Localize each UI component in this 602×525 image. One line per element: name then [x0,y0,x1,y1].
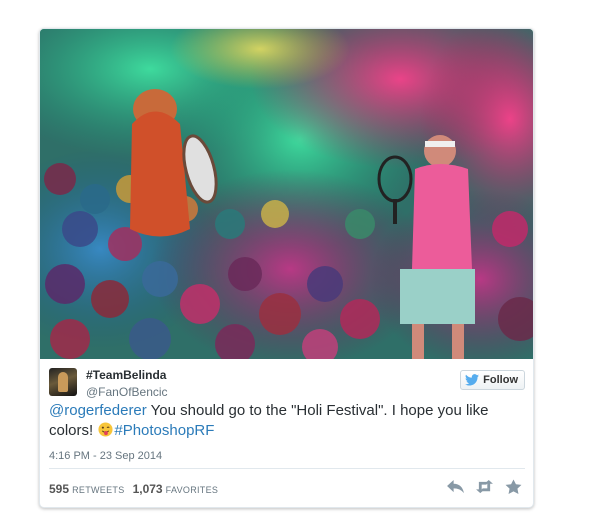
retweets-label[interactable]: RETWEETS [72,485,124,495]
holi-festival-photo[interactable] [40,29,533,359]
display-name[interactable]: #TeamBelinda [86,368,166,382]
tweet-actions [446,479,523,494]
screen-name[interactable]: @FanOfBencic [86,385,168,399]
favorites-count[interactable]: 1,073 [133,482,163,496]
tweet-stats: 595 RETWEETS 1,073 FAVORITES [49,482,223,496]
hashtag-link[interactable]: #PhotoshopRF [114,422,214,439]
twitter-bird-icon [465,374,480,386]
retweets-count[interactable]: 595 [49,482,69,496]
divider [49,468,525,469]
favorites-label[interactable]: FAVORITES [166,485,219,495]
avatar-figure [58,372,68,392]
tweet-text: @rogerfederer You should go to the "Holi… [49,401,519,441]
reply-icon[interactable] [446,479,465,494]
retweet-icon[interactable] [475,479,494,494]
tweet-card: #TeamBelinda @FanOfBencic Follow @rogerf… [39,28,534,508]
photo-illustration [40,29,533,359]
mention-link[interactable]: @rogerfederer [49,402,147,419]
favorite-icon[interactable] [504,479,523,494]
tweet-author: #TeamBelinda @FanOfBencic Follow [49,368,525,402]
avatar[interactable] [49,368,77,396]
timestamp[interactable]: 4:16 PM - 23 Sep 2014 [49,450,162,462]
follow-label: Follow [483,374,518,386]
winking-tongue-emoji-icon [98,422,113,437]
follow-button[interactable]: Follow [460,370,525,390]
